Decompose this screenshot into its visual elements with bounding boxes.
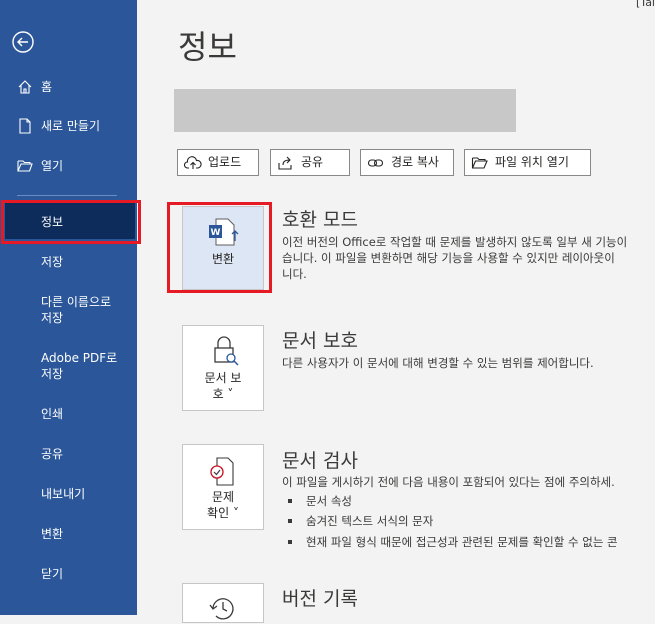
compat-mode-desc-2: 습니다. 이 파일을 변환하면 해당 기능을 사용할 수 있지만 레이아웃이 [282,251,615,265]
protect-document-desc: 다른 사용자가 이 문서에 대해 변경할 수 있는 범위를 제어합니다. [282,356,594,370]
upload-button[interactable]: 업로드 [177,149,259,176]
version-history-heading: 버전 기록 [282,588,358,610]
check-for-issues-button[interactable]: 문제 확인 ˅ [182,444,264,530]
inspect-document-heading: 문서 검사 [282,450,358,472]
sidebar-item-label: 열기 [41,159,64,173]
sidebar-item-save-adobe-pdf[interactable]: Adobe PDF로 저장 [41,350,117,382]
sidebar-item-save-as[interactable]: 다른 이름으로 저장 [41,294,111,326]
sidebar-item-save[interactable]: 저장 [41,254,63,270]
compat-mode-desc-3: 니다. [282,267,307,281]
check-for-issues-button-label: 문제 확인 ˅ [207,490,239,520]
convert-highlight-frame [167,202,272,293]
sidebar-item-export[interactable]: 내보내기 [41,486,85,502]
copy-path-button-label: 경로 복사 [391,155,439,169]
inspect-document-icon [210,457,234,486]
sidebar-item-transform[interactable]: 변환 [41,526,63,542]
back-arrow-icon[interactable] [12,31,34,53]
protect-document-button[interactable]: 문서 보 호 ˅ [182,325,264,411]
backstage-sidebar: 홈 새로 만들기 열기 정보 저장 다른 이름으로 저장 Adobe PDF로 … [0,0,141,615]
inspect-document-desc: 이 파일을 게시하기 전에 다음 내용이 포함되어 있다는 점에 주의하세. [282,475,615,489]
sidebar-divider [17,195,117,196]
open-file-location-button[interactable]: 파일 위치 열기 [464,149,591,176]
open-file-location-button-label: 파일 위치 열기 [495,155,569,169]
sidebar-item-label: 홈 [41,80,53,94]
sidebar-item-info-label: 정보 [41,215,64,229]
bullet-text: 숨겨진 텍스트 서식의 문자 [306,514,434,528]
sidebar-item-close[interactable]: 닫기 [41,566,63,582]
protect-document-button-label: 문서 보 호 ˅ [204,371,242,401]
active-item-highlight-frame [1,200,141,244]
compat-mode-heading: 호환 모드 [282,209,358,231]
share-icon [278,156,292,170]
version-history-button[interactable] [182,583,264,623]
copy-path-button[interactable]: 경로 복사 [360,149,454,176]
version-history-icon [209,598,234,620]
share-button-label: 공유 [301,155,324,169]
compat-mode-desc-1: 이전 버전의 Office로 작업할 때 문제를 발생하지 않도록 일부 새 기… [282,235,628,249]
sidebar-item-label: 새로 만들기 [41,119,101,133]
bullet-dot [288,519,292,523]
new-document-icon [19,118,31,134]
bullet-dot [288,540,292,544]
sidebar-item-share[interactable]: 공유 [41,446,63,462]
bullet-text: 문서 속성 [306,494,352,508]
lock-icon [214,336,239,366]
share-button[interactable]: 공유 [270,149,350,176]
folder-icon [471,157,488,169]
title-bar-fragment: [Tai [636,0,655,9]
home-icon [18,80,32,94]
upload-icon [184,156,202,169]
open-folder-icon [17,160,33,172]
sidebar-item-print[interactable]: 인쇄 [41,406,63,422]
page-title: 정보 [178,28,237,66]
bullet-dot [288,499,292,503]
link-icon [367,159,384,167]
file-path-redacted [174,89,516,132]
upload-button-label: 업로드 [208,155,242,169]
bullet-text: 현재 파일 형식 때문에 접근성과 관련된 문제를 확인할 수 없는 콘 [306,535,618,549]
protect-document-heading: 문서 보호 [282,330,358,352]
